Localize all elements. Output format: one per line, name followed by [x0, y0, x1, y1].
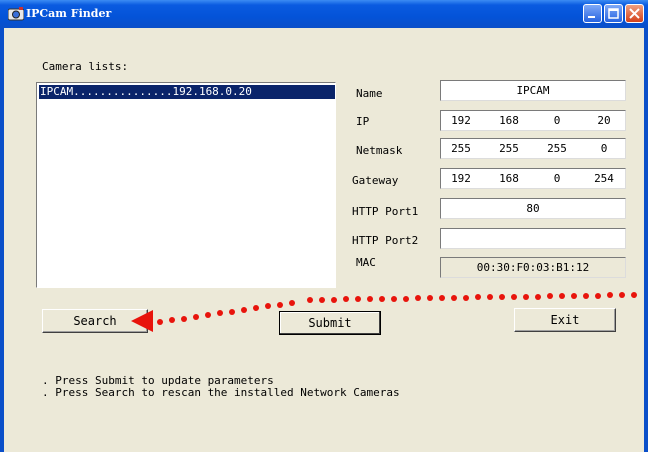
- gateway-field[interactable]: 192 168 0 254: [440, 168, 626, 189]
- annotation-dot: [403, 295, 409, 302]
- close-icon: [629, 8, 640, 19]
- netmask-octet[interactable]: 255: [537, 139, 577, 158]
- ip-octet[interactable]: 0: [537, 111, 577, 130]
- annotation-dot: [355, 296, 361, 303]
- annotation-dot: [319, 296, 325, 303]
- title-bar[interactable]: IPCam Finder: [0, 0, 648, 28]
- annotation-dot: [229, 308, 235, 315]
- annotation-dot: [367, 296, 373, 303]
- annotation-dot: [415, 295, 421, 302]
- annotation-dot: [547, 293, 553, 300]
- ip-field[interactable]: 192 168 0 20: [440, 110, 626, 131]
- annotation-dot: [289, 299, 295, 306]
- annotation-dot: [511, 293, 517, 300]
- gateway-octet[interactable]: 254: [584, 169, 624, 188]
- netmask-label: Netmask: [356, 144, 403, 157]
- annotation-dot: [193, 313, 199, 320]
- annotation-dot: [499, 294, 505, 301]
- gateway-octet[interactable]: 168: [489, 169, 529, 188]
- netmask-octet[interactable]: 255: [489, 139, 529, 158]
- annotation-arrowhead: [131, 310, 153, 332]
- annotation-dot: [631, 292, 637, 299]
- submit-button[interactable]: Submit: [279, 311, 381, 335]
- http-port1-label: HTTP Port1: [352, 205, 419, 218]
- annotation-dot: [439, 295, 445, 301]
- annotation-dot: [595, 292, 601, 299]
- ip-octet[interactable]: 168: [489, 111, 529, 130]
- camera-list-label: Camera lists:: [42, 60, 129, 73]
- annotation-dot: [451, 294, 457, 301]
- annotation-dot: [181, 315, 187, 322]
- annotation-dot: [487, 294, 493, 301]
- annotation-dot: [523, 293, 529, 300]
- annotation-dot: [169, 317, 175, 324]
- annotation-dot: [277, 301, 283, 308]
- camera-list-item[interactable]: IPCAM...............192.168.0.20: [39, 85, 335, 99]
- annotation-dot: [379, 295, 385, 302]
- annotation-dot: [307, 297, 313, 303]
- minimize-icon: [588, 16, 595, 18]
- annotation-dot: [241, 306, 247, 313]
- http-port2-label: HTTP Port2: [352, 234, 419, 247]
- annotation-dot: [217, 310, 223, 317]
- annotation-dot: [583, 292, 589, 299]
- annotation-dot: [475, 294, 481, 301]
- exit-button[interactable]: Exit: [514, 308, 616, 332]
- annotation-dot: [571, 293, 577, 299]
- netmask-field[interactable]: 255 255 255 0: [440, 138, 626, 159]
- gateway-octet[interactable]: 0: [537, 169, 577, 188]
- ip-octet[interactable]: 192: [441, 111, 481, 130]
- gateway-label: Gateway: [352, 174, 399, 187]
- annotation-dot: [559, 293, 565, 300]
- close-button[interactable]: [625, 4, 644, 23]
- annotation-dot: [157, 319, 163, 325]
- annotation-dot: [607, 292, 613, 299]
- netmask-octet[interactable]: 0: [584, 139, 624, 158]
- annotation-dot: [265, 303, 271, 310]
- mac-field: 00:30:F0:03:B1:12: [440, 257, 626, 278]
- annotation-dot: [331, 296, 337, 303]
- annotation-dot: [427, 295, 433, 302]
- annotation-dot: [205, 312, 211, 319]
- mac-label: MAC: [356, 256, 376, 269]
- annotation-dot: [391, 295, 397, 302]
- instruction-text: . Press Search to rescan the installed N…: [42, 386, 400, 399]
- maximize-button[interactable]: [604, 4, 623, 23]
- minimize-button[interactable]: [583, 4, 602, 23]
- gateway-octet[interactable]: 192: [441, 169, 481, 188]
- annotation-dot: [535, 293, 541, 300]
- netmask-octet[interactable]: 255: [441, 139, 481, 158]
- annotation-dot: [253, 305, 259, 312]
- window-frame-right: [644, 28, 648, 452]
- http-port1-field[interactable]: 80: [440, 198, 626, 219]
- window-frame-left: [0, 28, 4, 452]
- window-title: IPCam Finder: [26, 7, 112, 20]
- name-field[interactable]: IPCAM: [440, 80, 626, 101]
- ip-octet[interactable]: 20: [584, 111, 624, 130]
- camera-icon: [8, 7, 24, 21]
- name-label: Name: [356, 87, 383, 100]
- annotation-dot: [463, 294, 469, 301]
- maximize-icon: [608, 8, 619, 19]
- ip-label: IP: [356, 115, 370, 128]
- annotation-dot: [619, 292, 625, 299]
- http-port2-field[interactable]: [440, 228, 626, 249]
- camera-list[interactable]: IPCAM...............192.168.0.20: [36, 82, 336, 288]
- annotation-dot: [343, 296, 349, 303]
